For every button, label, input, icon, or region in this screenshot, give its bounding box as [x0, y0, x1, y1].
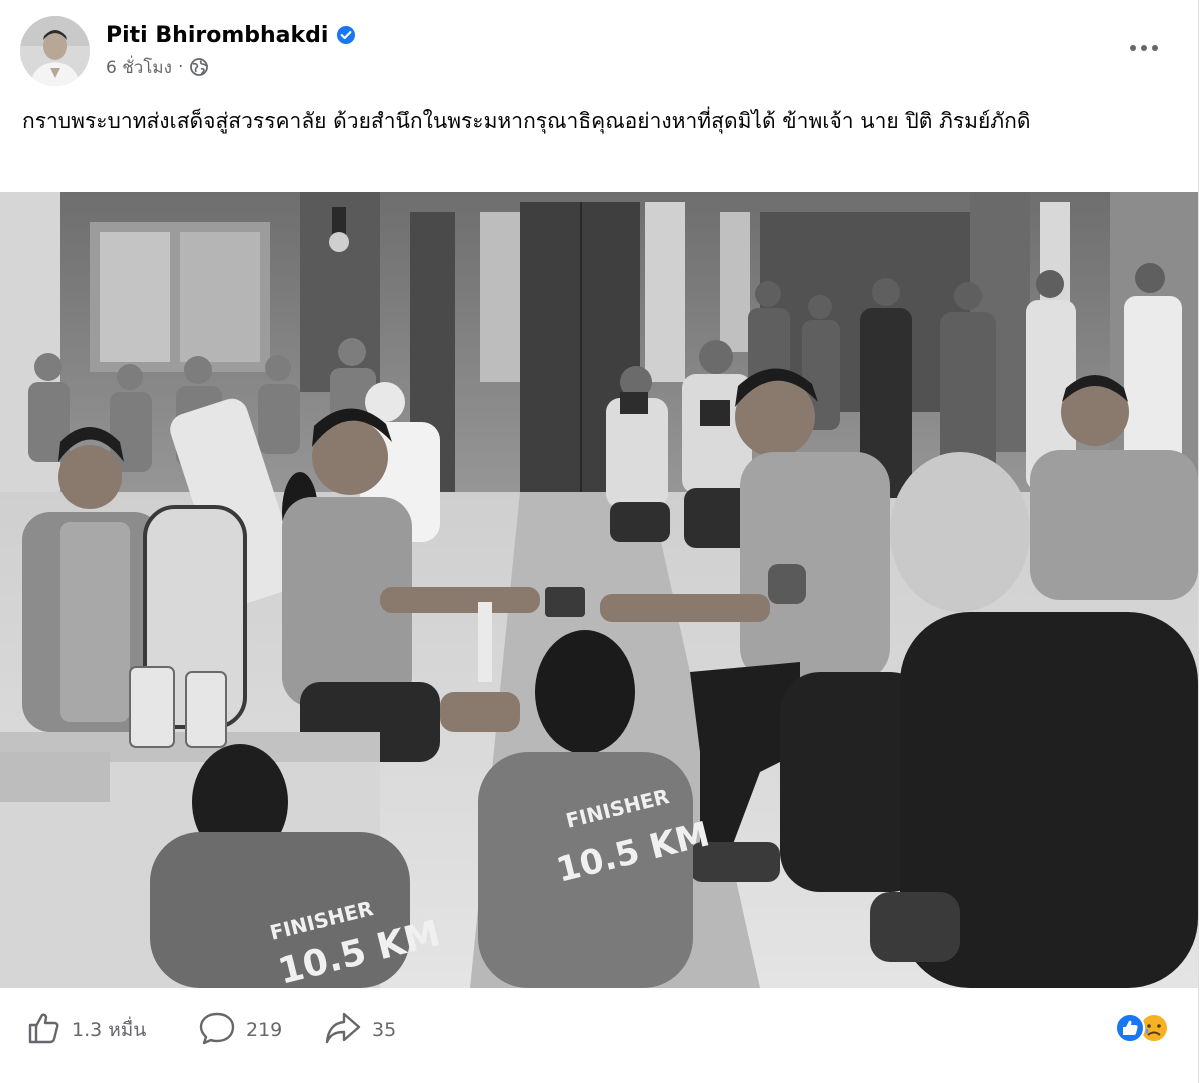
globe-icon[interactable]: [189, 57, 209, 77]
meta-separator: ·: [177, 57, 184, 77]
facebook-post: Piti Bhirombhakdi 6 ชั่วโมง · กราบพระบาท…: [0, 0, 1199, 1083]
reaction-summary[interactable]: [1112, 1010, 1176, 1046]
verified-badge-icon: [336, 25, 356, 45]
post-actions: 1.3 หมื่น 219 35: [0, 996, 1198, 1066]
comment-button[interactable]: 219: [198, 1010, 282, 1050]
more-options-icon[interactable]: [1124, 30, 1164, 66]
comment-icon: [198, 1010, 236, 1051]
author-name[interactable]: Piti Bhirombhakdi: [106, 23, 328, 48]
post-meta: 6 ชั่วโมง ·: [106, 54, 209, 80]
author-avatar[interactable]: [20, 16, 90, 86]
like-button[interactable]: 1.3 หมื่น: [26, 1010, 146, 1050]
share-icon: [324, 1010, 362, 1051]
post-timestamp[interactable]: 6 ชั่วโมง: [106, 54, 172, 81]
thumbs-up-icon: [26, 1010, 62, 1051]
post-photo[interactable]: FINISHER 10.5 KM FINISHER 10.5 KM: [0, 192, 1198, 988]
share-button[interactable]: 35: [324, 1010, 396, 1050]
comment-count: 219: [246, 1019, 283, 1041]
share-count: 35: [372, 1019, 397, 1041]
like-reaction-icon: [1115, 1013, 1145, 1043]
author-row: Piti Bhirombhakdi: [106, 20, 356, 50]
like-count: 1.3 หมื่น: [72, 1019, 147, 1041]
post-caption: กราบพระบาทส่งเสด็จสู่สวรรคาลัย ด้วยสำนึก…: [22, 109, 1031, 133]
